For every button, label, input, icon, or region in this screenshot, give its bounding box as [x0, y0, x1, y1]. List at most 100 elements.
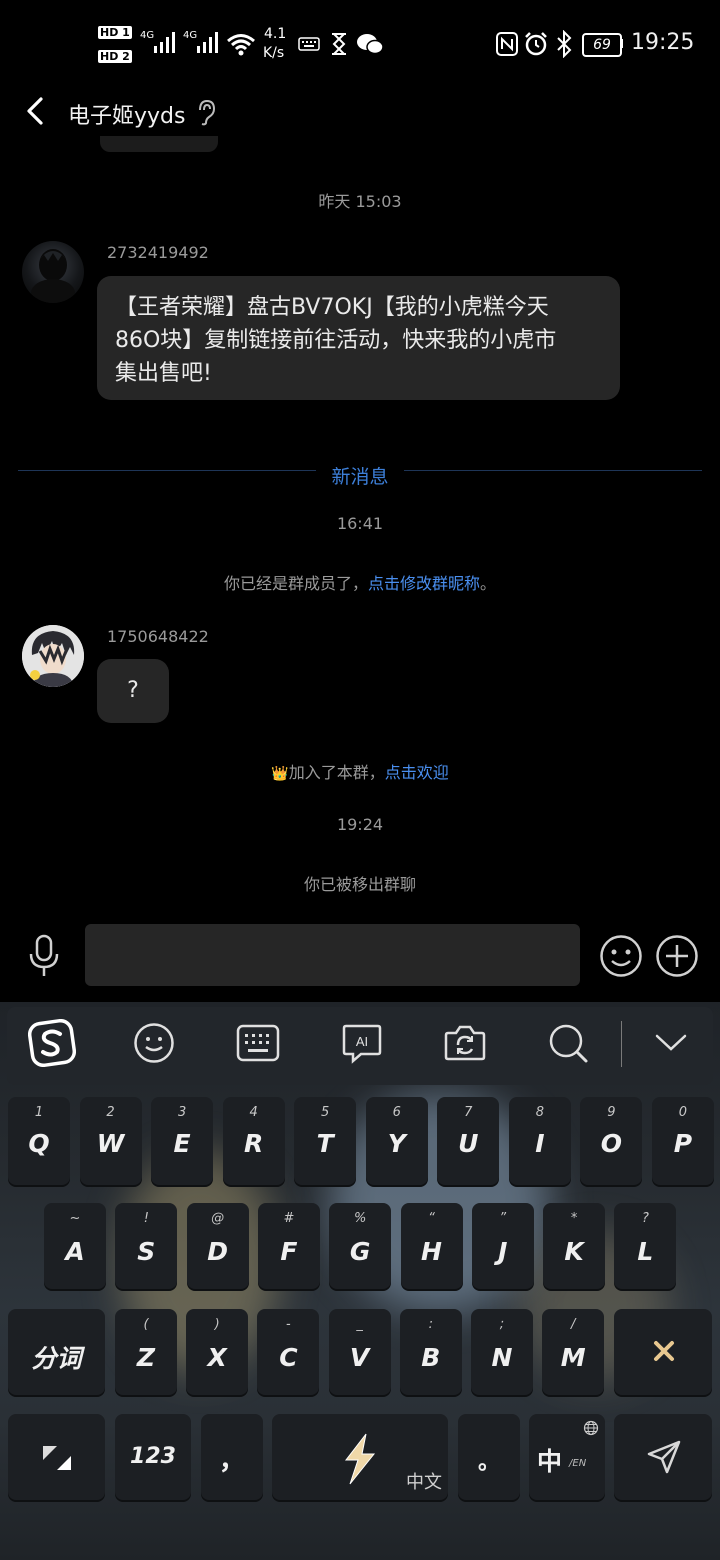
edit-group-nickname-link[interactable]: 点击修改群昵称 — [368, 574, 480, 593]
search-icon[interactable] — [547, 1022, 589, 1064]
language-switch-key[interactable]: 中 /EN — [529, 1414, 605, 1500]
ear-icon[interactable] — [194, 98, 218, 126]
key-a[interactable]: ~ A — [44, 1203, 106, 1289]
key-w[interactable]: 2W — [79, 1097, 142, 1185]
number-key-label: 123 — [130, 1444, 176, 1469]
keyboard-status-icon — [298, 37, 320, 51]
key-letter-label: T — [316, 1129, 334, 1158]
key-h[interactable]: “H — [400, 1203, 463, 1289]
message-line: 集出售吧! — [115, 361, 212, 386]
hd1-badge: HD 1 — [98, 26, 132, 39]
key-letter-label: J — [498, 1237, 508, 1266]
key-b[interactable]: :B — [399, 1309, 462, 1395]
comma-key-label: ， — [218, 1446, 245, 1476]
key-letter-label: V — [349, 1343, 370, 1372]
plus-icon[interactable] — [655, 934, 699, 978]
key-q[interactable]: 1Q — [8, 1097, 70, 1185]
globe-icon — [583, 1420, 599, 1436]
key-u[interactable]: 7U — [437, 1097, 500, 1185]
status-bar: HD 1 HD 2 4G 4G 4.1 K/s 69 19:25 — [0, 0, 720, 90]
key-symbol-label: “ — [428, 1211, 435, 1226]
previous-message-bubble — [100, 136, 218, 152]
key-symbol-label: 8 — [535, 1105, 544, 1120]
key-y[interactable]: 6Y — [365, 1097, 428, 1185]
ai-icon[interactable]: AI — [341, 1022, 383, 1064]
signal-bars-icon — [197, 32, 218, 53]
shift-key[interactable] — [8, 1414, 105, 1500]
number-key[interactable]: 123 — [115, 1414, 191, 1500]
avatar-image — [22, 625, 84, 687]
message-bubble[interactable]: 【王者荣耀】盘古BV7OKJ【我的小虎糕今天 86O块】复制链接前往活动，快来我… — [97, 276, 620, 400]
shift-icon — [43, 1446, 71, 1470]
sender-nickname: 2732419492 — [107, 243, 209, 262]
system-notice: 你已被移出群聊 — [303, 875, 416, 894]
wifi-icon — [227, 34, 255, 56]
key-e[interactable]: 3E — [151, 1097, 214, 1185]
key-o[interactable]: 9O — [580, 1097, 643, 1185]
message-bubble[interactable]: ? — [97, 659, 169, 723]
send-icon — [647, 1440, 681, 1474]
avatar[interactable] — [22, 241, 84, 303]
segment-key[interactable]: 分词 — [8, 1309, 105, 1395]
key-n[interactable]: ; N — [471, 1309, 533, 1395]
comma-key[interactable]: ， — [201, 1414, 263, 1500]
sogou-logo-icon[interactable] — [28, 1019, 76, 1067]
key-letter-label: P — [673, 1129, 693, 1158]
key-symbol-label: @ — [211, 1211, 225, 1226]
keyboard-icon[interactable] — [236, 1024, 280, 1062]
sim1-network-label: 4G — [140, 30, 155, 41]
key-symbol-label: _ — [356, 1317, 363, 1332]
key-symbol-label: 1 — [34, 1105, 44, 1120]
key-x[interactable]: ) X — [186, 1309, 249, 1395]
wechat-icon — [357, 34, 384, 55]
system-notice-suffix: 。 — [480, 574, 497, 593]
key-symbol-label: ” — [499, 1211, 507, 1226]
message-input[interactable] — [85, 924, 580, 986]
key-symbol-label: 5 — [321, 1105, 330, 1120]
key-j[interactable]: ” J — [471, 1203, 534, 1289]
sim2-network-label: 4G — [183, 30, 198, 41]
message-text: ? — [127, 678, 139, 703]
key-symbol-label: ? — [641, 1211, 649, 1226]
key-letter-label: Q — [28, 1129, 50, 1158]
key-letter-label: D — [207, 1237, 228, 1266]
key-s[interactable]: ! S — [115, 1203, 178, 1289]
key-t[interactable]: 5T — [294, 1097, 357, 1185]
net-speed-unit: K/s — [263, 45, 285, 61]
key-r[interactable]: 4R — [222, 1097, 285, 1185]
battery-icon: 69 — [582, 33, 622, 57]
camera-icon[interactable] — [444, 1023, 486, 1063]
key-symbol-label: 2 — [106, 1105, 115, 1120]
key-m[interactable]: / M — [542, 1309, 605, 1395]
key-letter-label: U — [458, 1129, 479, 1158]
key-c[interactable]: -C — [257, 1309, 320, 1395]
emoji-icon[interactable] — [133, 1022, 175, 1064]
key-symbol-label: 9 — [607, 1105, 616, 1120]
period-key[interactable]: 。 — [458, 1414, 520, 1500]
key-z[interactable]: (Z — [115, 1309, 177, 1395]
hd2-badge: HD 2 — [98, 50, 132, 63]
avatar[interactable] — [22, 625, 84, 687]
key-g[interactable]: % G — [329, 1203, 392, 1289]
delete-key[interactable] — [614, 1309, 712, 1395]
key-f[interactable]: # F — [257, 1203, 320, 1289]
key-d[interactable]: @ D — [186, 1203, 249, 1289]
group-title: 电子姬yyds — [68, 104, 186, 129]
key-v[interactable]: _ V — [328, 1309, 391, 1395]
space-key[interactable]: 中文 — [272, 1414, 448, 1500]
welcome-link[interactable]: 点击欢迎 — [385, 763, 449, 782]
key-symbol-label: 6 — [392, 1105, 401, 1120]
microphone-icon[interactable] — [27, 934, 61, 978]
key-symbol-label: ! — [143, 1211, 149, 1226]
key-l[interactable]: ? L — [614, 1203, 677, 1289]
send-key[interactable] — [614, 1414, 712, 1500]
system-notice-text: 你已经是群成员了， — [223, 574, 368, 593]
period-key-label: 。 — [477, 1450, 500, 1475]
back-arrow-icon[interactable] — [22, 96, 48, 126]
key-p[interactable]: 0P — [651, 1097, 714, 1185]
key-k[interactable]: * K — [543, 1203, 606, 1289]
collapse-keyboard-icon[interactable] — [655, 1032, 687, 1054]
emoji-icon[interactable] — [599, 934, 643, 978]
segment-key-label: 分词 — [31, 1344, 82, 1373]
key-i[interactable]: 8I — [508, 1097, 571, 1185]
